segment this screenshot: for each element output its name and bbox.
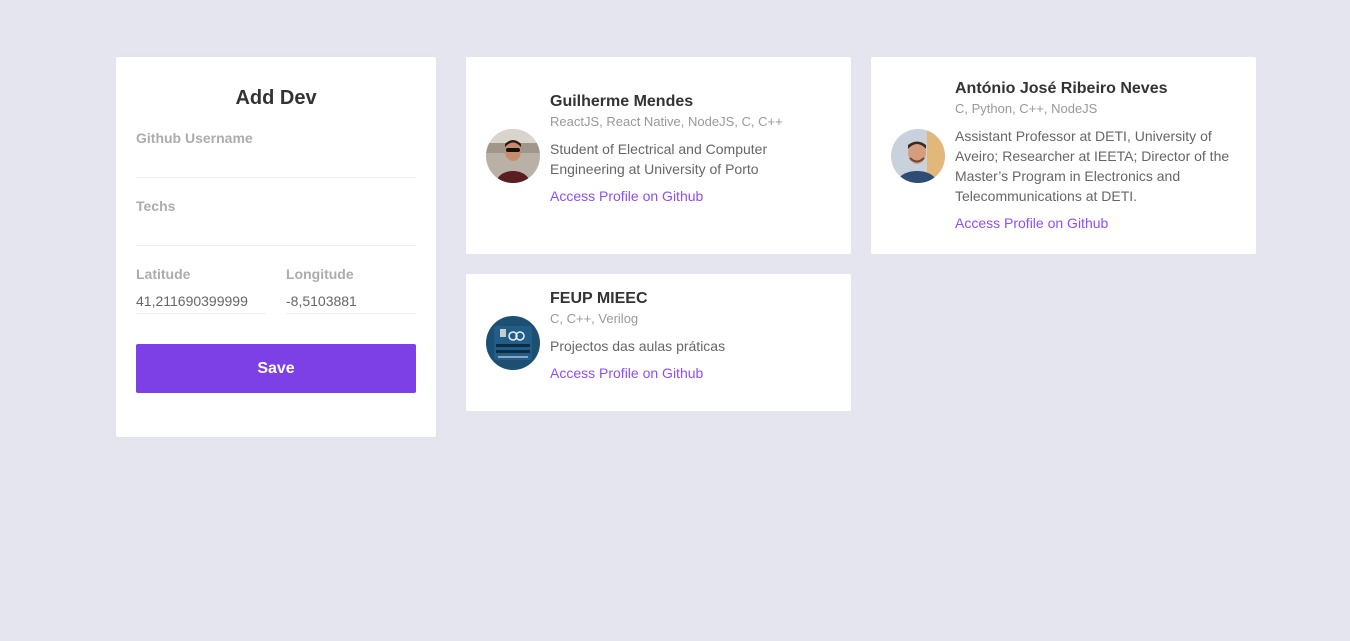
longitude-label: Longitude xyxy=(286,266,354,282)
dev-card: FEUP MIEEC C, C++, Verilog Projectos das… xyxy=(466,274,851,411)
latitude-label: Latitude xyxy=(136,266,191,282)
dev-card: António José Ribeiro Neves C, Python, C+… xyxy=(871,57,1256,254)
form-title: Add Dev xyxy=(235,87,317,109)
github-username-label: Github Username xyxy=(136,130,253,146)
github-profile-link[interactable]: Access Profile on Github xyxy=(550,188,703,204)
dev-name: António José Ribeiro Neves xyxy=(955,79,1168,97)
save-button[interactable]: Save xyxy=(136,344,416,393)
latitude-input[interactable] xyxy=(136,288,266,314)
techs-input[interactable] xyxy=(136,214,416,246)
user-avatar xyxy=(891,128,945,183)
longitude-block: Longitude xyxy=(286,266,416,314)
dev-techs: ReactJS, React Native, NodeJS, C, C++ xyxy=(550,113,783,129)
latitude-block: Latitude xyxy=(136,266,266,314)
dev-card-body: António José Ribeiro Neves C, Python, C+… xyxy=(955,79,1236,233)
add-dev-form: Add Dev Github Username Techs Latitude L… xyxy=(116,57,436,437)
dev-techs: C, Python, C++, NodeJS xyxy=(955,100,1098,116)
github-profile-link[interactable]: Access Profile on Github xyxy=(550,365,703,381)
dev-name: Guilherme Mendes xyxy=(550,92,694,110)
circuit-board-avatar xyxy=(486,315,540,370)
dev-bio: Assistant Professor at DETI, University … xyxy=(955,127,1230,204)
dev-card-body: Guilherme Mendes ReactJS, React Native, … xyxy=(550,92,831,220)
dev-bio: Student of Electrical and Computer Engin… xyxy=(550,140,768,177)
dev-bio: Projectos das aulas práticas xyxy=(550,337,726,354)
techs-block: Techs xyxy=(136,198,416,246)
coordinates-group: Latitude Longitude xyxy=(136,266,416,314)
app-root: Add Dev Github Username Techs Latitude L… xyxy=(0,0,1350,641)
dev-name: FEUP MIEEC xyxy=(550,289,648,307)
dev-card: Guilherme Mendes ReactJS, React Native, … xyxy=(466,57,851,254)
dev-techs: C, C++, Verilog xyxy=(550,310,639,326)
github-username-block: Github Username xyxy=(136,130,416,178)
longitude-input[interactable] xyxy=(286,288,416,314)
github-profile-link[interactable]: Access Profile on Github xyxy=(955,215,1108,231)
dev-card-body: FEUP MIEEC C, C++, Verilog Projectos das… xyxy=(550,289,831,397)
github-username-input[interactable] xyxy=(136,146,416,178)
user-avatar xyxy=(486,128,540,183)
techs-label: Techs xyxy=(136,198,176,214)
